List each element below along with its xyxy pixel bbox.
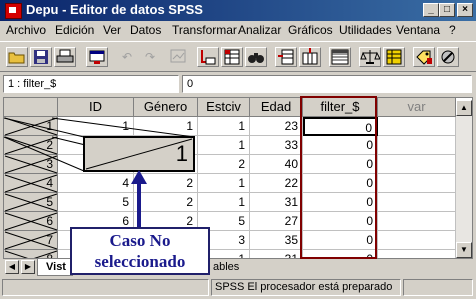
tab-scroll-left-icon[interactable]: ◀ (5, 260, 19, 274)
callout-line-1: Caso No (109, 231, 171, 250)
status-bar: SPSS El procesador está preparado (0, 276, 476, 299)
tab-scroll-right-icon[interactable]: ▶ (21, 260, 35, 274)
status-processor: SPSS El procesador está preparado (211, 279, 401, 296)
tab-data-view[interactable]: Vist (37, 259, 73, 276)
status-panel-right (403, 279, 473, 296)
status-panel-left (2, 279, 209, 296)
zoomed-row-number: 1 (175, 141, 188, 166)
spss-window: Depu - Editor de datos SPSS _ □ × Archiv… (0, 0, 476, 299)
tab-variable-view[interactable]: ables (213, 259, 253, 276)
callout-line-2: seleccionado (94, 252, 186, 271)
case-not-selected-callout: Caso No seleccionado (70, 227, 210, 275)
arrow-icon (131, 170, 147, 184)
